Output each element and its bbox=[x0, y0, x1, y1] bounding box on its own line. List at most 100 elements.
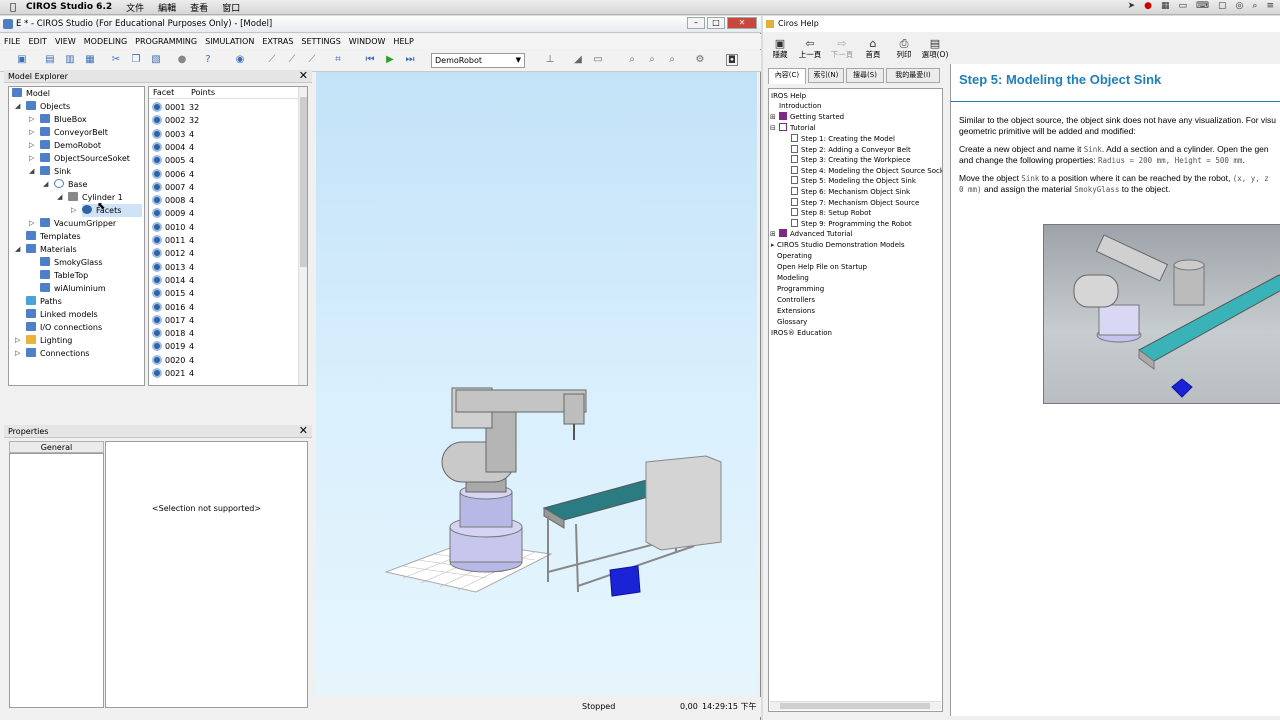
forward-button[interactable]: ⇨ 下一頁 bbox=[827, 38, 857, 60]
toc-modeling[interactable]: Modeling bbox=[771, 273, 809, 283]
axis-1-icon[interactable]: ⟋ bbox=[266, 54, 278, 66]
maximize-button[interactable]: □ bbox=[707, 17, 725, 29]
tree-item-objects[interactable]: ◢ Objects bbox=[15, 100, 70, 113]
mac-menu-file[interactable]: 文件 bbox=[126, 1, 144, 14]
grid-icon[interactable]: ▦ bbox=[1161, 1, 1170, 11]
facet-row[interactable]: 0016 4 bbox=[152, 301, 194, 314]
toc-demo-models[interactable]: ▸ CIROS Studio Demonstration Models bbox=[771, 240, 905, 250]
toc-root[interactable]: IROS Help bbox=[771, 91, 806, 101]
facet-row[interactable]: 0007 4 bbox=[152, 181, 194, 194]
3d-viewport[interactable] bbox=[316, 72, 757, 696]
tree-item-facets[interactable]: ▷ Facets bbox=[71, 204, 142, 217]
facet-row[interactable]: 0003 4 bbox=[152, 128, 194, 141]
close-button[interactable]: ✕ bbox=[727, 17, 757, 29]
facet-row[interactable]: 0020 4 bbox=[152, 354, 194, 367]
menu-settings[interactable]: SETTINGS bbox=[301, 37, 340, 46]
facet-row[interactable]: 0001 32 bbox=[152, 101, 199, 114]
camera-icon[interactable]: ▭ bbox=[592, 54, 604, 66]
spotlight-icon[interactable]: ⌕ bbox=[1252, 1, 1257, 11]
save-icon[interactable]: ▥ bbox=[64, 54, 76, 66]
rewind-icon[interactable]: ⏮ bbox=[364, 54, 376, 66]
toc-step-8[interactable]: Step 8: Setup Robot bbox=[791, 208, 871, 218]
zoom-icon[interactable]: ⌕ bbox=[646, 54, 658, 66]
toc-education[interactable]: IROS® Education bbox=[771, 328, 832, 338]
menu-window[interactable]: WINDOW bbox=[349, 37, 386, 46]
tree-item-wialuminium[interactable]: wiAluminium bbox=[40, 282, 106, 295]
toc-hscrollbar[interactable] bbox=[770, 701, 941, 710]
axis-3-icon[interactable]: ⟋ bbox=[306, 54, 318, 66]
tree-item-io-connections[interactable]: I/O connections bbox=[26, 321, 102, 334]
facet-row[interactable]: 0021 4 bbox=[152, 367, 194, 380]
toc-advanced-tutorial[interactable]: ⊞ Advanced Tutorial bbox=[770, 229, 853, 239]
menu-extra-icon[interactable]: ≡ bbox=[1266, 1, 1274, 11]
col-points-header[interactable]: Points bbox=[191, 87, 215, 99]
grid-tool-icon[interactable]: ⌗ bbox=[332, 54, 344, 66]
tree-item-cylinder[interactable]: ◢ Cylinder 1 bbox=[57, 191, 123, 204]
toc-hscroll-thumb[interactable] bbox=[780, 703, 930, 709]
settings-tool-icon[interactable]: ⚙ bbox=[694, 54, 706, 66]
toc-step-6[interactable]: Step 6: Mechanism Object Sink bbox=[791, 187, 910, 197]
menu-programming[interactable]: PROGRAMMING bbox=[135, 37, 197, 46]
facet-row[interactable]: 0015 4 bbox=[152, 287, 194, 300]
toc-step-7[interactable]: Step 7: Mechanism Object Source bbox=[791, 197, 919, 208]
menu-simulation[interactable]: SIMULATION bbox=[205, 37, 254, 46]
battery-icon[interactable]: ▭ bbox=[1179, 1, 1188, 11]
facet-row[interactable]: 0008 4 bbox=[152, 194, 194, 207]
measure-icon[interactable]: ◢ bbox=[572, 54, 584, 66]
tree-item-model[interactable]: Model bbox=[12, 87, 50, 100]
options-button[interactable]: ▤ 選項(O) bbox=[920, 38, 950, 60]
tab-index[interactable]: 索引(N) bbox=[808, 68, 844, 83]
tree-item-demorobot[interactable]: ▷ DemoRobot bbox=[29, 139, 101, 152]
menu-help[interactable]: HELP bbox=[393, 37, 413, 46]
facet-row[interactable]: 0006 4 bbox=[152, 168, 194, 181]
tree-item-materials[interactable]: ◢ Materials bbox=[15, 243, 77, 256]
facet-row[interactable]: 0005 4 bbox=[152, 154, 194, 167]
save-all-icon[interactable]: ▦ bbox=[84, 54, 96, 66]
facet-row[interactable]: 0011 4 bbox=[152, 234, 194, 247]
open-icon[interactable]: ▤ bbox=[44, 54, 56, 66]
menu-extras[interactable]: EXTRAS bbox=[262, 37, 293, 46]
help-icon[interactable]: ? bbox=[202, 54, 214, 66]
toc-step-3[interactable]: Step 3: Creating the Workpiece bbox=[791, 155, 911, 165]
keyboard-icon[interactable]: ⌨ bbox=[1196, 1, 1209, 11]
facet-row[interactable]: 0010 4 bbox=[152, 221, 194, 234]
facets-scrollbar[interactable] bbox=[298, 87, 307, 385]
tab-contents[interactable]: 內容(C) bbox=[768, 68, 806, 84]
toc-open-help[interactable]: Open Help File on Startup bbox=[771, 262, 867, 272]
hide-button[interactable]: ▣ 隱藏 bbox=[765, 38, 795, 60]
tree-item-templates[interactable]: Templates bbox=[26, 230, 81, 243]
tree-item-smokyglass[interactable]: SmokyGlass bbox=[40, 256, 103, 269]
facet-row[interactable]: 0018 4 bbox=[152, 327, 194, 340]
new-icon[interactable]: ▣ bbox=[16, 54, 28, 66]
tree-item-sink[interactable]: ◢ Sink bbox=[29, 165, 71, 178]
toc-extensions[interactable]: Extensions bbox=[771, 306, 815, 316]
tree-item-connections[interactable]: ▷ Connections bbox=[15, 347, 89, 360]
print-button[interactable]: ⎙ 列印 bbox=[889, 38, 919, 60]
siri-icon[interactable]: ◎ bbox=[1236, 1, 1244, 11]
record-icon[interactable]: ● bbox=[1144, 1, 1152, 11]
facet-row[interactable]: 0002 32 bbox=[152, 114, 199, 127]
paste-icon[interactable]: ▧ bbox=[150, 54, 162, 66]
menu-modeling[interactable]: MODELING bbox=[84, 37, 127, 46]
stop-icon[interactable]: ● bbox=[176, 54, 188, 66]
toc-step-4[interactable]: Step 4: Modeling the Object Source Socke bbox=[791, 165, 942, 176]
col-facet-header[interactable]: Facet bbox=[153, 87, 174, 99]
minimize-button[interactable]: – bbox=[687, 17, 705, 29]
mac-menu-edit[interactable]: 編輯 bbox=[158, 1, 176, 14]
copy-icon[interactable]: ❐ bbox=[130, 54, 142, 66]
toc-getting-started[interactable]: ⊞ Getting Started bbox=[770, 112, 844, 122]
app-name[interactable]: CIROS Studio 6.2 bbox=[26, 2, 112, 12]
home-button[interactable]: ⌂ 首頁 bbox=[858, 38, 888, 60]
tree-item-objectsource[interactable]: ▷ ObjectSourceSoket bbox=[29, 152, 130, 165]
tree-item-base[interactable]: ◢ Base bbox=[43, 178, 87, 191]
zoom-fit-icon[interactable]: ⌕ bbox=[666, 54, 678, 66]
menu-file[interactable]: FILE bbox=[4, 37, 20, 46]
globe-icon[interactable]: ◉ bbox=[234, 54, 246, 66]
toc-controllers[interactable]: Controllers bbox=[771, 295, 815, 305]
tab-general[interactable]: General bbox=[9, 441, 104, 453]
apple-icon[interactable]:  bbox=[0, 2, 26, 13]
mac-menu-view[interactable]: 查看 bbox=[190, 1, 208, 14]
menu-view[interactable]: VIEW bbox=[55, 37, 76, 46]
play-icon[interactable]: ▶ bbox=[384, 54, 396, 66]
close-properties-icon[interactable]: ✕ bbox=[299, 425, 308, 437]
